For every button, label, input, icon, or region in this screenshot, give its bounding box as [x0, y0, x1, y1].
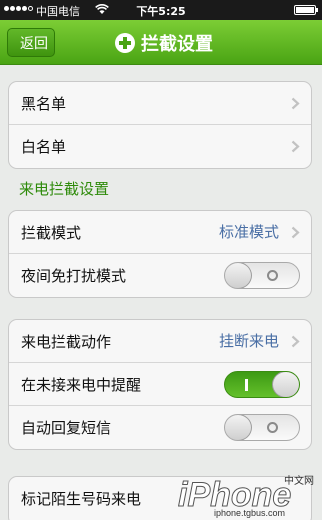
night-dnd-label: 夜间免打扰模式	[21, 267, 127, 285]
page-title-text: 拦截设置	[141, 33, 213, 55]
missed-call-remind-toggle[interactable]	[224, 371, 300, 398]
missed-call-remind-row: 在未接来电中提醒	[9, 363, 311, 406]
chevron-right-icon	[291, 226, 300, 239]
status-time: 下午5:25	[136, 5, 186, 18]
action-settings-group: 来电拦截动作 挂断来电 在未接来电中提醒 自动回复短信	[8, 319, 312, 450]
blacklist-row[interactable]: 黑名单	[9, 82, 311, 125]
iphone-site-watermark-logo: iPhone 中文网 iphone.tgbus.com	[178, 474, 315, 518]
block-mode-label: 拦截模式	[21, 223, 82, 242]
battery-icon	[294, 5, 318, 15]
whitelist-row[interactable]: 白名单	[9, 125, 311, 168]
auto-reply-label: 自动回复短信	[21, 419, 112, 437]
chevron-right-icon	[291, 97, 300, 110]
mark-stranger-label: 标记陌生号码来电	[21, 490, 142, 508]
missed-call-remind-label: 在未接来电中提醒	[21, 375, 142, 394]
chevron-right-icon	[291, 335, 300, 348]
night-dnd-row: 夜间免打扰模式	[9, 254, 311, 297]
svg-text:iphone.tgbus.com: iphone.tgbus.com	[214, 508, 285, 518]
whitelist-label: 白名单	[21, 138, 67, 156]
block-action-label: 来电拦截动作	[21, 332, 112, 351]
back-button[interactable]: 返回	[7, 28, 55, 57]
block-mode-value: 标准模式	[218, 223, 279, 241]
block-mode-row[interactable]: 拦截模式 标准模式	[9, 211, 311, 254]
section-header-incoming: 来电拦截设置	[19, 180, 110, 198]
night-dnd-toggle[interactable]	[224, 262, 300, 289]
chevron-right-icon	[291, 140, 300, 153]
incoming-settings-group: 拦截模式 标准模式 夜间免打扰模式	[8, 210, 312, 298]
navigation-bar: 拦截设置 返回	[0, 20, 322, 65]
block-action-value: 挂断来电	[218, 332, 279, 350]
shield-plus-icon	[115, 32, 135, 53]
list-group: 黑名单 白名单	[8, 81, 312, 169]
block-action-row[interactable]: 来电拦截动作 挂断来电	[9, 320, 311, 363]
status-bar: 中国电信 下午5:25	[0, 0, 322, 20]
svg-text:中文网: 中文网	[284, 474, 314, 487]
auto-reply-row: 自动回复短信	[9, 406, 311, 449]
auto-reply-toggle[interactable]	[224, 414, 300, 441]
blacklist-label: 黑名单	[21, 94, 67, 113]
